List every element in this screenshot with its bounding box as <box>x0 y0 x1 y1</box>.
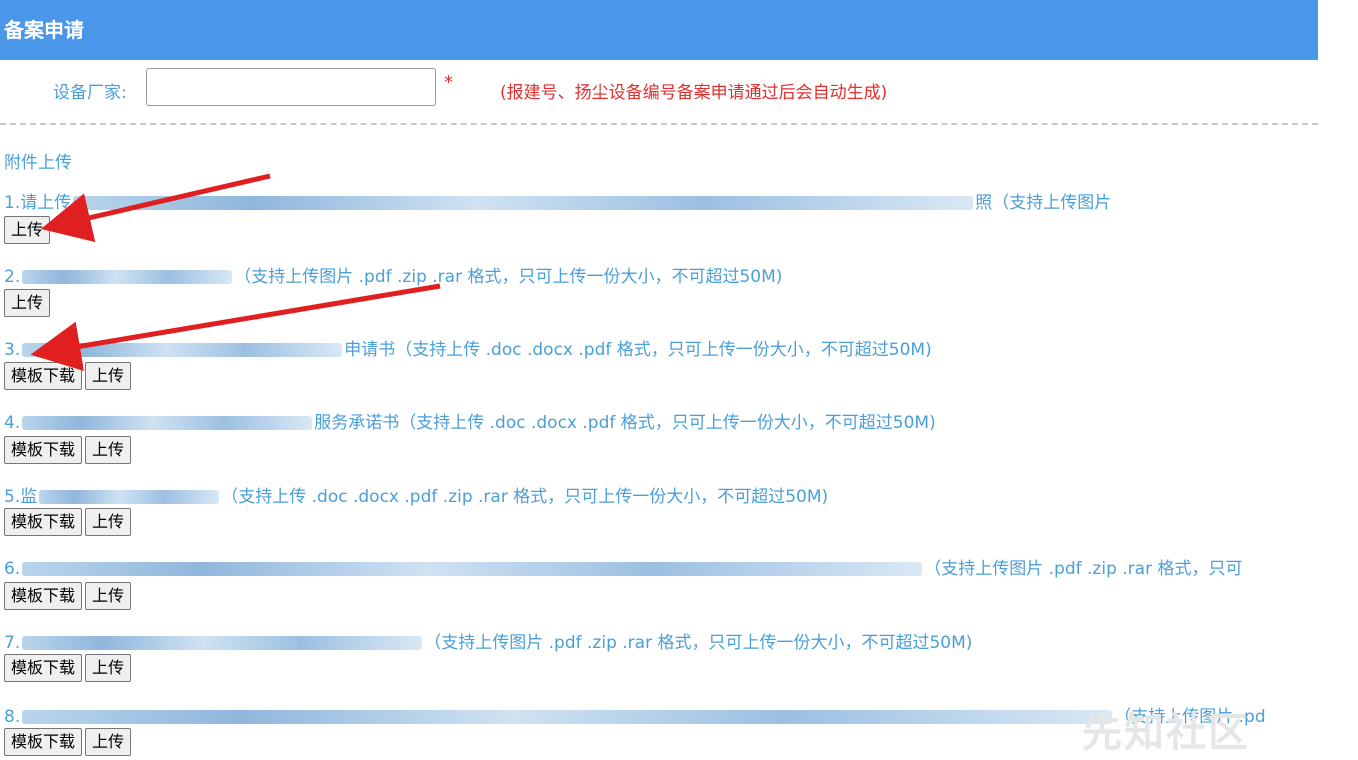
vendor-input[interactable] <box>146 68 436 106</box>
attachment-item-3-text: 3. 申请书（支持上传 .doc .docx .pdf 格式，只可上传一份大小，不… <box>4 335 1316 360</box>
vendor-label: 设备厂家: <box>53 83 127 103</box>
redacted-text <box>22 636 423 650</box>
attachment-item-4-buttons: 模板下载 上传 <box>4 436 134 464</box>
watermark-logo: 先知社区 <box>1082 710 1250 756</box>
item-prefix: 6. <box>4 559 21 579</box>
attachment-item-6-text: 6. （支持上传图片 .pdf .zip .rar 格式，只可 <box>4 554 1316 579</box>
attachment-item-7-text: 7. （支持上传图片 .pdf .zip .rar 格式，只可上传一份大小，不可超… <box>4 628 1316 653</box>
redacted-text <box>39 490 220 504</box>
redacted-text <box>22 416 313 430</box>
item-suffix: （支持上传图片 .pdf .zip .rar 格式，只可上传一份大小，不可超过5… <box>424 633 973 653</box>
item-prefix: 1.请上传 <box>4 193 72 213</box>
section-divider <box>0 123 1318 125</box>
template-download-button[interactable]: 模板下载 <box>4 582 83 610</box>
upload-button[interactable]: 上传 <box>4 289 51 317</box>
upload-button[interactable]: 上传 <box>4 216 51 244</box>
attachment-item-1-buttons: 上传 <box>4 216 53 244</box>
item-prefix: 7. <box>4 633 21 653</box>
redacted-text <box>22 343 343 357</box>
redacted-text <box>22 710 1113 724</box>
vendor-row: 设备厂家: * (报建号、扬尘设备编号备案申请通过后会自动生成) <box>0 68 1318 108</box>
redacted-text <box>73 196 974 210</box>
item-suffix: （支持上传图片 .pdf .zip .rar 格式，只可 <box>924 559 1243 579</box>
upload-button[interactable]: 上传 <box>85 654 132 682</box>
attachment-item-3-buttons: 模板下载 上传 <box>4 362 134 390</box>
upload-button[interactable]: 上传 <box>85 436 132 464</box>
item-prefix: 8. <box>4 707 21 727</box>
template-download-button[interactable]: 模板下载 <box>4 362 83 390</box>
attachment-item-8-buttons: 模板下载 上传 <box>4 728 134 756</box>
attachment-item-5-buttons: 模板下载 上传 <box>4 508 134 536</box>
item-suffix: 照（支持上传图片 <box>975 193 1112 213</box>
template-download-button[interactable]: 模板下载 <box>4 728 83 756</box>
upload-button[interactable]: 上传 <box>85 362 132 390</box>
redacted-text <box>22 562 923 576</box>
template-download-button[interactable]: 模板下载 <box>4 436 83 464</box>
attachment-item-7-buttons: 模板下载 上传 <box>4 654 134 682</box>
item-prefix: 5.监 <box>4 487 38 507</box>
attachment-item-6-buttons: 模板下载 上传 <box>4 582 134 610</box>
item-suffix: （支持上传 .doc .docx .pdf .zip .rar 格式，只可上传一… <box>221 487 829 507</box>
item-suffix: （支持上传图片 .pdf .zip .rar 格式，只可上传一份大小，不可超过5… <box>234 267 783 287</box>
redacted-text <box>22 270 233 284</box>
item-suffix: 服务承诺书（支持上传 .doc .docx .pdf 格式，只可上传一份大小，不… <box>314 413 936 433</box>
page-header: 备案申请 <box>0 0 1318 60</box>
attachment-item-4-text: 4. 服务承诺书（支持上传 .doc .docx .pdf 格式，只可上传一份大小… <box>4 408 1316 433</box>
template-download-button[interactable]: 模板下载 <box>4 508 83 536</box>
attachment-item-1-text: 1.请上传 照（支持上传图片 <box>4 188 1316 213</box>
page-title: 备案申请 <box>4 18 84 42</box>
upload-button[interactable]: 上传 <box>85 582 132 610</box>
item-prefix: 3. <box>4 340 21 360</box>
attachments-title: 附件上传 <box>4 153 72 173</box>
required-mark: * <box>444 72 453 93</box>
upload-button[interactable]: 上传 <box>85 508 132 536</box>
item-prefix: 2. <box>4 267 21 287</box>
attachment-item-2-text: 2. （支持上传图片 .pdf .zip .rar 格式，只可上传一份大小，不可超… <box>4 262 1316 287</box>
item-prefix: 4. <box>4 413 21 433</box>
vendor-note: (报建号、扬尘设备编号备案申请通过后会自动生成) <box>500 83 888 103</box>
item-suffix: 申请书（支持上传 .doc .docx .pdf 格式，只可上传一份大小，不可超… <box>344 340 932 360</box>
upload-button[interactable]: 上传 <box>85 728 132 756</box>
attachment-item-2-buttons: 上传 <box>4 289 53 317</box>
attachment-item-5-text: 5.监 （支持上传 .doc .docx .pdf .zip .rar 格式，只可… <box>4 482 1316 507</box>
template-download-button[interactable]: 模板下载 <box>4 654 83 682</box>
